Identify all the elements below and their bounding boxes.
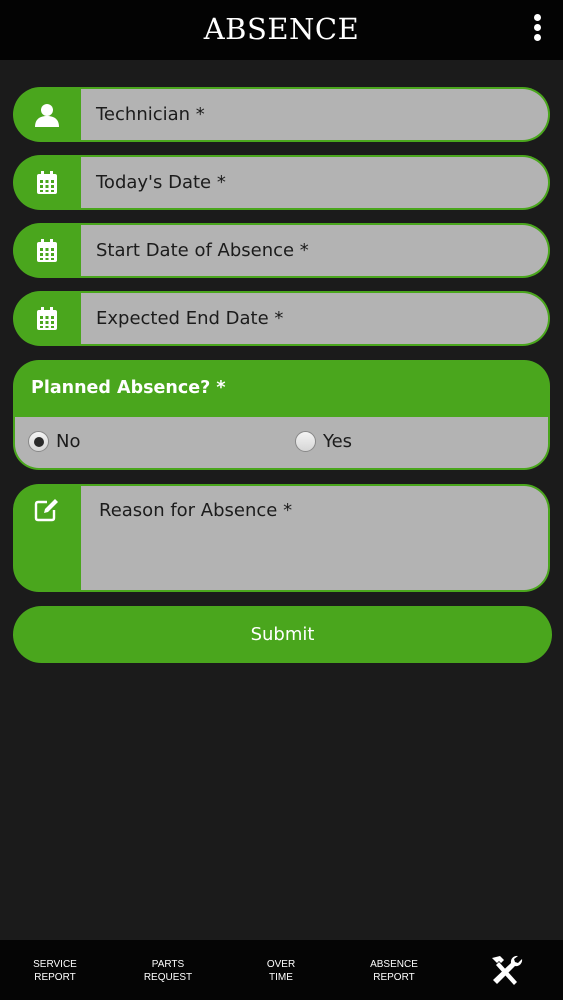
bottom-nav: SERVICE REPORT PARTS REQUEST OVER TIME A… — [0, 940, 563, 1000]
more-vertical-icon[interactable] — [527, 14, 547, 44]
planned-absence-options: No Yes — [15, 417, 548, 468]
nav-label-line1: SERVICE — [33, 959, 77, 970]
end-date-input[interactable]: Expected End Date * — [81, 293, 548, 344]
nav-service-report[interactable]: SERVICE REPORT — [10, 958, 100, 984]
technician-field[interactable]: Technician * — [13, 87, 550, 142]
radio-label: Yes — [323, 431, 353, 452]
user-icon — [13, 87, 81, 142]
nav-label-line1: OVER — [266, 959, 296, 970]
technician-input[interactable]: Technician * — [81, 89, 548, 140]
radio-label: No — [56, 431, 81, 452]
nav-label-line2: REPORT — [34, 972, 76, 983]
nav-overtime[interactable]: OVER TIME — [236, 958, 326, 984]
calendar-icon — [13, 155, 81, 210]
tools-icon[interactable] — [488, 954, 524, 986]
reason-textarea[interactable]: Reason for Absence * — [81, 486, 548, 590]
nav-label-line2: REPORT — [373, 972, 415, 983]
todays-date-input[interactable]: Today's Date * — [81, 157, 548, 208]
calendar-icon — [13, 223, 81, 278]
nav-absence-report[interactable]: ABSENCE REPORT — [349, 958, 439, 984]
radio-button[interactable] — [295, 431, 316, 452]
todays-date-field[interactable]: Today's Date * — [13, 155, 550, 210]
planned-absence-label: Planned Absence? * — [31, 378, 226, 398]
planned-absence-group: Planned Absence? * No Yes — [13, 360, 550, 470]
edit-icon — [13, 498, 81, 524]
submit-button[interactable]: Submit — [13, 606, 552, 663]
start-date-input[interactable]: Start Date of Absence * — [81, 225, 548, 276]
radio-button[interactable] — [28, 431, 49, 452]
page-title: ABSENCE — [203, 12, 360, 46]
radio-option-yes[interactable]: Yes — [295, 431, 352, 452]
nav-parts-request[interactable]: PARTS REQUEST — [123, 958, 213, 984]
radio-option-no[interactable]: No — [28, 431, 80, 452]
end-date-field[interactable]: Expected End Date * — [13, 291, 550, 346]
calendar-icon — [13, 291, 81, 346]
nav-label-line1: ABSENCE — [370, 959, 418, 970]
reason-field[interactable]: Reason for Absence * — [13, 484, 550, 592]
start-date-field[interactable]: Start Date of Absence * — [13, 223, 550, 278]
nav-label-line2: REQUEST — [143, 972, 193, 983]
app-header: ABSENCE — [0, 0, 563, 60]
nav-label-line2: TIME — [269, 972, 293, 983]
nav-label-line1: PARTS — [151, 959, 185, 970]
